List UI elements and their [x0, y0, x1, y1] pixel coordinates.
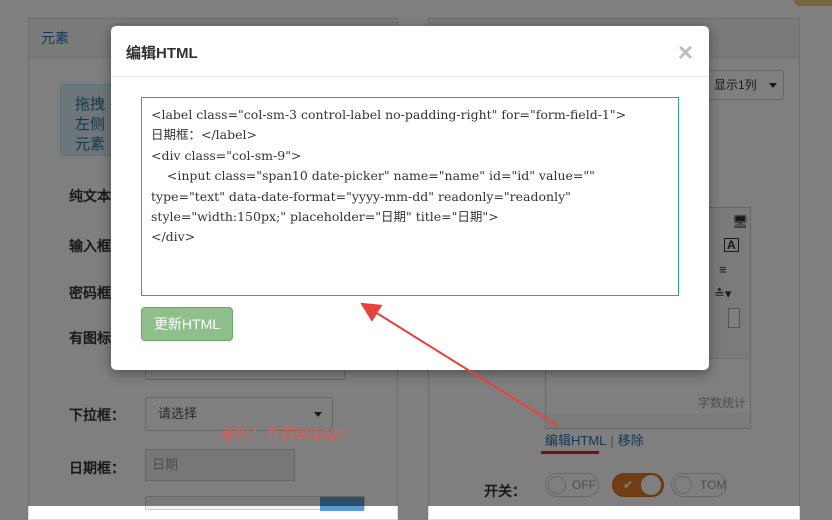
arrow-line — [360, 302, 559, 427]
annotation-arrow — [360, 302, 559, 427]
